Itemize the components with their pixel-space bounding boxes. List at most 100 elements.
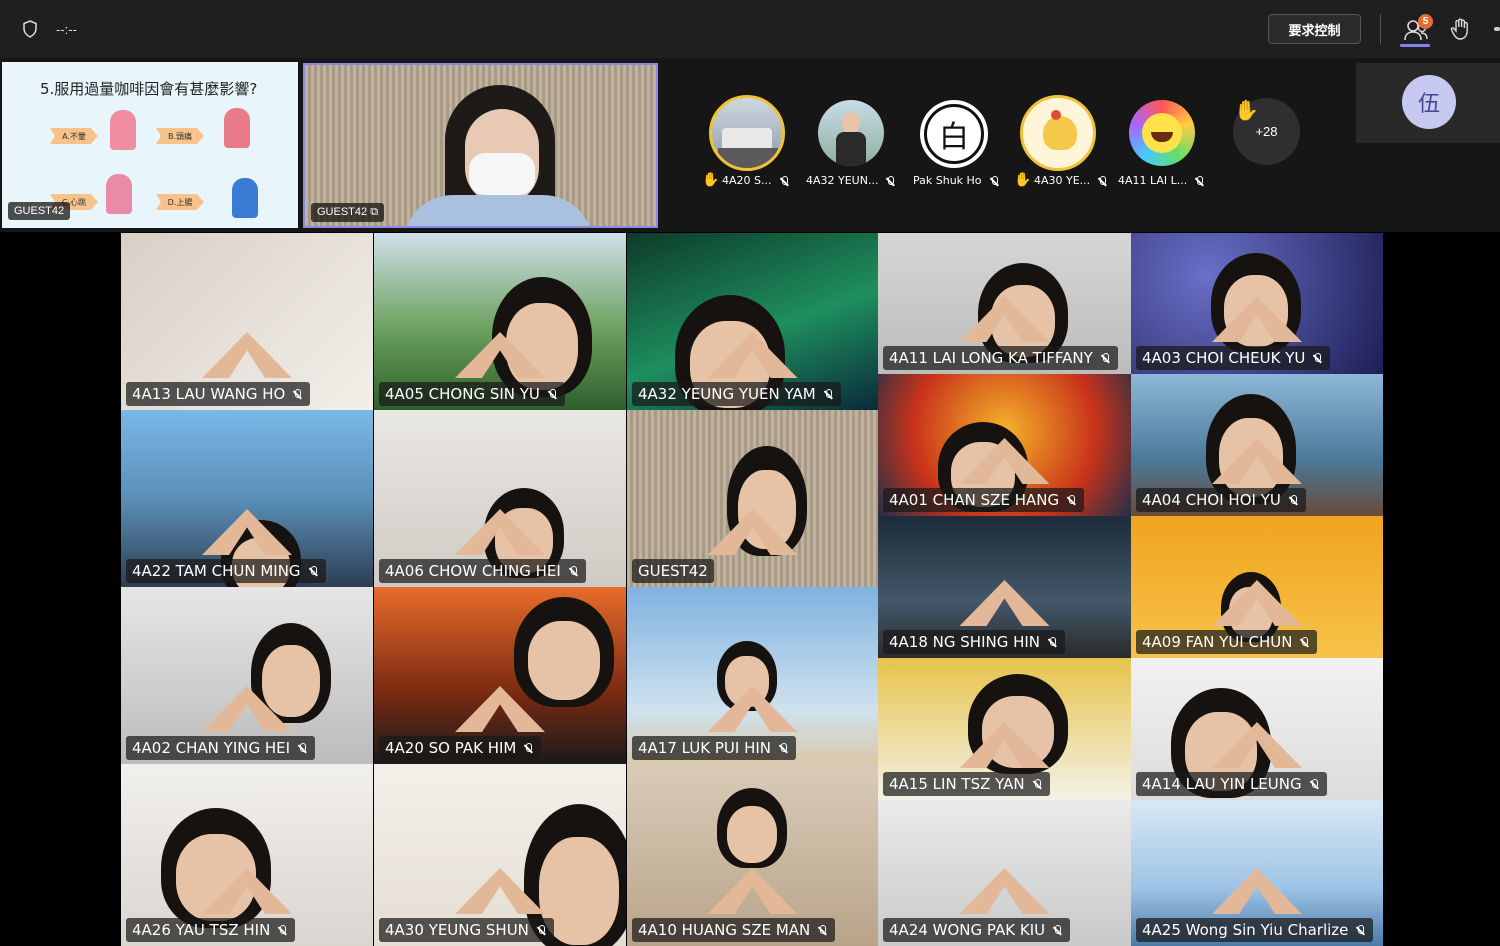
participant-name: 4A30 YE... <box>1034 174 1108 187</box>
participant-name: 4A26 YAU TSZ HIN <box>132 921 271 939</box>
participant-name: 4A13 LAU WANG HO <box>132 385 286 403</box>
participant-name: 4A09 FAN YUI CHUN <box>1142 633 1293 651</box>
avatar[interactable] <box>1020 95 1096 171</box>
mic-off-icon <box>546 388 559 401</box>
participant-video-tile[interactable]: 4A09 FAN YUI CHUN <box>1131 516 1383 658</box>
participant-name-label: 4A02 CHAN YING HEI <box>126 736 316 760</box>
mic-off-icon <box>307 565 320 578</box>
participant-video-tile[interactable]: 4A18 NG SHING HIN <box>878 516 1131 658</box>
participant-video-tile[interactable]: 4A30 YEUNG SHUN <box>374 764 626 946</box>
participant-name: 4A22 TAM CHUN MING <box>132 562 301 580</box>
participant-name-label: 4A14 LAU YIN LEUNG <box>1136 772 1327 796</box>
avatar[interactable] <box>818 100 884 166</box>
slide-option-a: A.不暈 <box>50 128 98 144</box>
participant-video-tile[interactable]: 4A05 CHONG SIN YU <box>374 233 626 410</box>
mic-off-icon <box>988 175 1000 187</box>
participant-face <box>528 621 600 701</box>
mic-off-icon <box>1311 352 1324 365</box>
avatar-glyph: 白 <box>924 104 984 164</box>
mic-off-icon <box>291 388 304 401</box>
mic-off-icon <box>1298 636 1311 649</box>
heart-hands-gesture <box>959 580 1050 626</box>
participant-name-label: 4A30 YEUNG SHUN <box>379 918 554 942</box>
meeting-timer: --:-- <box>56 22 77 37</box>
participant-name-label: 4A26 YAU TSZ HIN <box>126 918 296 942</box>
participant-name-label: GUEST42 <box>632 559 714 583</box>
participant-name: 4A20 SO PAK HIM <box>385 739 517 757</box>
participant-name: 4A10 HUANG SZE MAN <box>638 921 811 939</box>
raise-hand-icon[interactable] <box>1450 18 1470 40</box>
participant-video-tile[interactable]: 4A14 LAU YIN LEUNG <box>1131 658 1383 800</box>
slide-figure <box>224 108 250 148</box>
participant-name-label: 4A06 CHOW CHING HEI <box>379 559 586 583</box>
avatar[interactable]: 白 <box>920 100 988 168</box>
presenter-video[interactable]: GUEST42 ⧉ <box>303 63 658 228</box>
heart-hands-gesture <box>1212 868 1302 914</box>
avatar[interactable] <box>1129 100 1195 166</box>
mic-off-icon <box>296 742 309 755</box>
participant-video-tile[interactable]: 4A01 CHAN SZE HANG <box>878 374 1131 516</box>
participant-name: 4A32 YEUNG YUEN YAM <box>638 385 816 403</box>
participant-name: 4A32 YEUN... <box>806 174 896 187</box>
participant-name: 4A24 WONG PAK KIU <box>889 921 1046 939</box>
participant-video-tile[interactable]: 4A10 HUANG SZE MAN <box>627 764 878 946</box>
participant-video-tile[interactable]: GUEST42 <box>627 410 878 587</box>
participant-video-tile[interactable]: 4A06 CHOW CHING HEI <box>374 410 626 587</box>
slide-figure <box>110 110 136 150</box>
more-options-icon[interactable] <box>1494 27 1500 31</box>
participant-video-tile[interactable]: 4A13 LAU WANG HO <box>121 233 373 410</box>
participant-name: 4A11 LAI L... <box>1118 174 1205 187</box>
raised-hand-icon: ✋ <box>1014 171 1032 187</box>
participant-name-label: 4A25 Wong Sin Yiu Charlize <box>1136 918 1374 942</box>
participant-name-label: 4A17 LUK PUI HIN <box>632 736 796 760</box>
participant-name: 4A05 CHONG SIN YU <box>385 385 540 403</box>
participant-video-tile[interactable]: 4A17 LUK PUI HIN <box>627 587 878 764</box>
participant-video-tile[interactable]: 4A32 YEUNG YUEN YAM <box>627 233 878 410</box>
mic-off-icon <box>1031 778 1044 791</box>
slide-option-d: D.上腸 <box>156 194 204 210</box>
participant-name-label: 4A05 CHONG SIN YU <box>379 382 565 406</box>
participant-name-label: 4A10 HUANG SZE MAN <box>632 918 836 942</box>
self-avatar[interactable]: 伍 <box>1402 75 1456 129</box>
participant-video-tile[interactable]: 4A22 TAM CHUN MING <box>121 410 373 587</box>
participant-name: 4A15 LIN TSZ YAN <box>889 775 1025 793</box>
mic-off-icon <box>778 175 790 187</box>
shield-icon[interactable] <box>22 20 38 38</box>
participant-name-label: 4A20 SO PAK HIM <box>379 736 542 760</box>
participant-name-label: 4A32 YEUNG YUEN YAM <box>632 382 841 406</box>
participant-video-tile[interactable]: 4A11 LAI LONG KA TIFFANY <box>878 233 1131 374</box>
participant-name: 4A03 CHOI CHEUK YU <box>1142 349 1306 367</box>
presenter-body <box>403 195 593 226</box>
participant-video-tile[interactable]: 4A26 YAU TSZ HIN <box>121 764 373 946</box>
participant-video-tile[interactable]: 4A03 CHOI CHEUK YU <box>1131 233 1383 374</box>
participant-name: 4A20 S... <box>722 174 790 187</box>
participant-name: Pak Shuk Ho <box>913 174 1000 187</box>
shared-content-slide[interactable]: 5.服用過量咖啡因會有甚麼影響? A.不暈 B.頭痛 C.心跳 D.上腸 GUE… <box>2 62 298 228</box>
participant-video-tile[interactable]: 4A04 CHOI HOI YU <box>1131 374 1383 516</box>
heart-hands-gesture <box>959 868 1050 914</box>
participant-video-tile[interactable]: 4A15 LIN TSZ YAN <box>878 658 1131 800</box>
participant-name: 4A02 CHAN YING HEI <box>132 739 291 757</box>
mic-off-icon <box>1354 924 1367 937</box>
participant-name: 4A14 LAU YIN LEUNG <box>1142 775 1302 793</box>
mic-off-icon <box>1065 494 1078 507</box>
participant-face <box>262 645 320 717</box>
participant-video-tile[interactable]: 4A24 WONG PAK KIU <box>878 800 1131 946</box>
request-control-button[interactable]: 要求控制 <box>1268 14 1361 44</box>
raised-hand-icon: ✋ <box>702 171 720 187</box>
participant-name: 4A18 NG SHING HIN <box>889 633 1041 651</box>
raised-hand-icon: ✋ <box>1234 100 1259 122</box>
participant-name-label: 4A01 CHAN SZE HANG <box>883 488 1085 512</box>
avatar[interactable] <box>709 95 785 171</box>
slide-owner-label: GUEST42 <box>8 202 71 220</box>
participant-video-tile[interactable]: 4A20 SO PAK HIM <box>374 587 626 764</box>
participant-name: GUEST42 <box>638 562 708 580</box>
mic-off-icon <box>567 565 580 578</box>
participant-video-tile[interactable]: 4A02 CHAN YING HEI <box>121 587 373 764</box>
presenter-name-label: GUEST42 ⧉ <box>311 203 385 222</box>
mic-off-icon <box>884 175 896 187</box>
participant-video-tile[interactable]: 4A25 Wong Sin Yiu Charlize <box>1131 800 1383 946</box>
mic-off-icon <box>816 924 829 937</box>
participant-name-label: 4A13 LAU WANG HO <box>126 382 311 406</box>
participant-name-label: 4A22 TAM CHUN MING <box>126 559 326 583</box>
